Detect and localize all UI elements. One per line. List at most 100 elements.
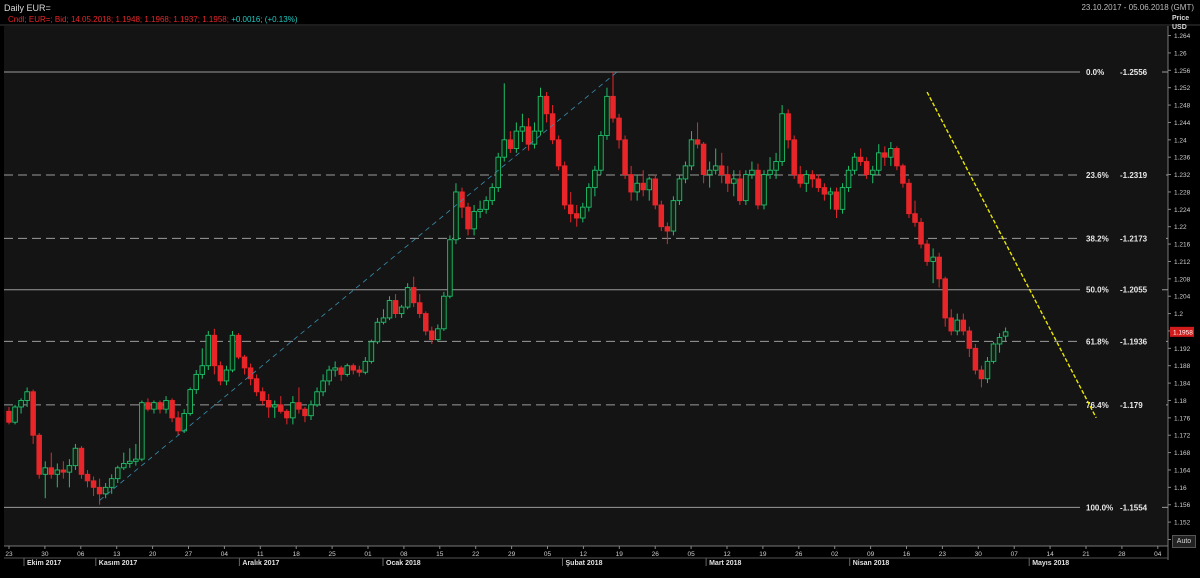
candle-up <box>374 321 381 343</box>
candle-up <box>586 187 592 208</box>
candle-down <box>217 365 224 382</box>
candle-up <box>133 458 139 462</box>
y-tick-label: 1.172 <box>1174 433 1191 440</box>
x-tick-label: 25 <box>328 551 336 558</box>
candle-up <box>24 391 30 401</box>
x-tick-label: 12 <box>580 551 588 558</box>
x-tick-label: 27 <box>185 551 193 558</box>
candle-up <box>447 239 453 297</box>
candle-up <box>139 402 145 460</box>
candle-down <box>906 182 912 215</box>
candle-up <box>489 187 495 202</box>
candle-up <box>386 300 393 319</box>
candle-up <box>121 463 127 469</box>
x-tick-label: 07 <box>1011 551 1019 558</box>
price-chart[interactable]: 1.264 1.26 1.256 1.252 1.248 1.244 1.24 1.236 1.… <box>0 0 1200 578</box>
candle-up <box>229 334 236 371</box>
candle-down <box>936 256 942 280</box>
candle-down <box>265 400 272 408</box>
y-tick-label: 1.2 <box>1174 311 1183 318</box>
candle-up <box>308 404 314 417</box>
candle-up <box>187 389 193 414</box>
y-tick-label: 1.176 <box>1174 415 1191 422</box>
candle-down <box>815 178 822 189</box>
candle-up <box>749 169 755 176</box>
candle-up <box>199 365 206 375</box>
y-tick-label: 1.168 <box>1174 450 1191 457</box>
fib-level-percent: 100.0% <box>1086 503 1113 512</box>
candle-up <box>72 447 79 467</box>
candle-down <box>429 330 435 341</box>
candle-down <box>561 165 568 206</box>
candle-up <box>102 486 109 495</box>
x-tick-label: 14 <box>1046 551 1054 558</box>
x-tick-label: 01 <box>364 551 372 558</box>
candle-up <box>501 139 508 158</box>
y-tick-label: 1.264 <box>1174 33 1191 40</box>
candle-up <box>779 113 785 162</box>
candle-up <box>990 343 997 362</box>
x-tick-label: 30 <box>41 551 49 558</box>
candle-up <box>483 200 489 210</box>
month-label: Ekim 2017 <box>27 560 61 567</box>
x-tick-label: 05 <box>544 551 552 558</box>
date-range: 23.10.2017 - 05.06.2018 (GMT) <box>1081 3 1194 12</box>
y-tick-label: 1.244 <box>1174 120 1191 127</box>
y-tick-label: 1.152 <box>1174 520 1191 527</box>
candle-down <box>912 213 918 223</box>
candle-down <box>652 178 659 206</box>
y-tick-label: 1.16 <box>1174 485 1187 492</box>
fib-level-percent: 0.0% <box>1086 68 1104 77</box>
candle-up <box>604 95 610 136</box>
candle-down <box>628 174 634 193</box>
candle-down <box>755 169 761 206</box>
month-label: Mart 2018 <box>709 560 741 567</box>
y-tick-label: 1.228 <box>1174 189 1191 196</box>
fib-level-percent: 38.2% <box>1086 234 1109 243</box>
candle-up <box>368 341 375 362</box>
candle-down <box>157 402 163 410</box>
candle-up <box>930 256 936 262</box>
fib-level-value: -1.2173 <box>1120 234 1148 243</box>
candle-up <box>66 465 73 473</box>
candle-down <box>284 410 290 419</box>
candle-down <box>356 369 363 373</box>
candle-down <box>543 95 550 115</box>
candle-down <box>737 178 743 202</box>
auto-scale-button[interactable]: Auto <box>1172 535 1196 548</box>
y-tick-label: 1.164 <box>1174 467 1191 474</box>
x-tick-label: 16 <box>903 551 911 558</box>
candle-down <box>857 156 864 162</box>
candle-up <box>108 478 115 488</box>
candle-down <box>507 139 514 149</box>
y-tick-label: 1.224 <box>1174 207 1191 214</box>
candle-up <box>181 413 187 432</box>
fib-level-percent: 76.4% <box>1086 401 1109 410</box>
candle-down <box>253 378 260 393</box>
candle-down <box>465 206 471 230</box>
last-price-label: 1.1958 <box>1173 329 1193 336</box>
y-tick-label: 1.236 <box>1174 155 1191 162</box>
y-tick-label: 1.256 <box>1174 68 1191 75</box>
candle-down <box>36 434 42 475</box>
candle-down <box>410 287 417 304</box>
candle-up <box>12 406 18 423</box>
ohlc-change-pct: (+0.13%) <box>264 15 298 24</box>
candle-down <box>278 404 284 412</box>
candle-down <box>241 356 248 369</box>
candle-up <box>646 178 652 191</box>
candle-up <box>320 380 326 393</box>
candle-down <box>640 182 646 191</box>
candle-down <box>616 117 622 141</box>
candle-up <box>598 135 604 171</box>
candle-down <box>350 365 357 371</box>
candle-down <box>785 113 791 141</box>
x-tick-label: 08 <box>400 551 408 558</box>
x-tick-label: 28 <box>1118 551 1126 558</box>
fib-level-value: -1.2319 <box>1120 171 1148 180</box>
candle-down <box>948 317 954 332</box>
candle-up <box>205 334 212 367</box>
candle-up <box>954 319 961 332</box>
candle-down <box>525 126 532 145</box>
chart-window: 1.264 1.26 1.256 1.252 1.248 1.244 1.24 1.236 1.… <box>0 0 1200 578</box>
